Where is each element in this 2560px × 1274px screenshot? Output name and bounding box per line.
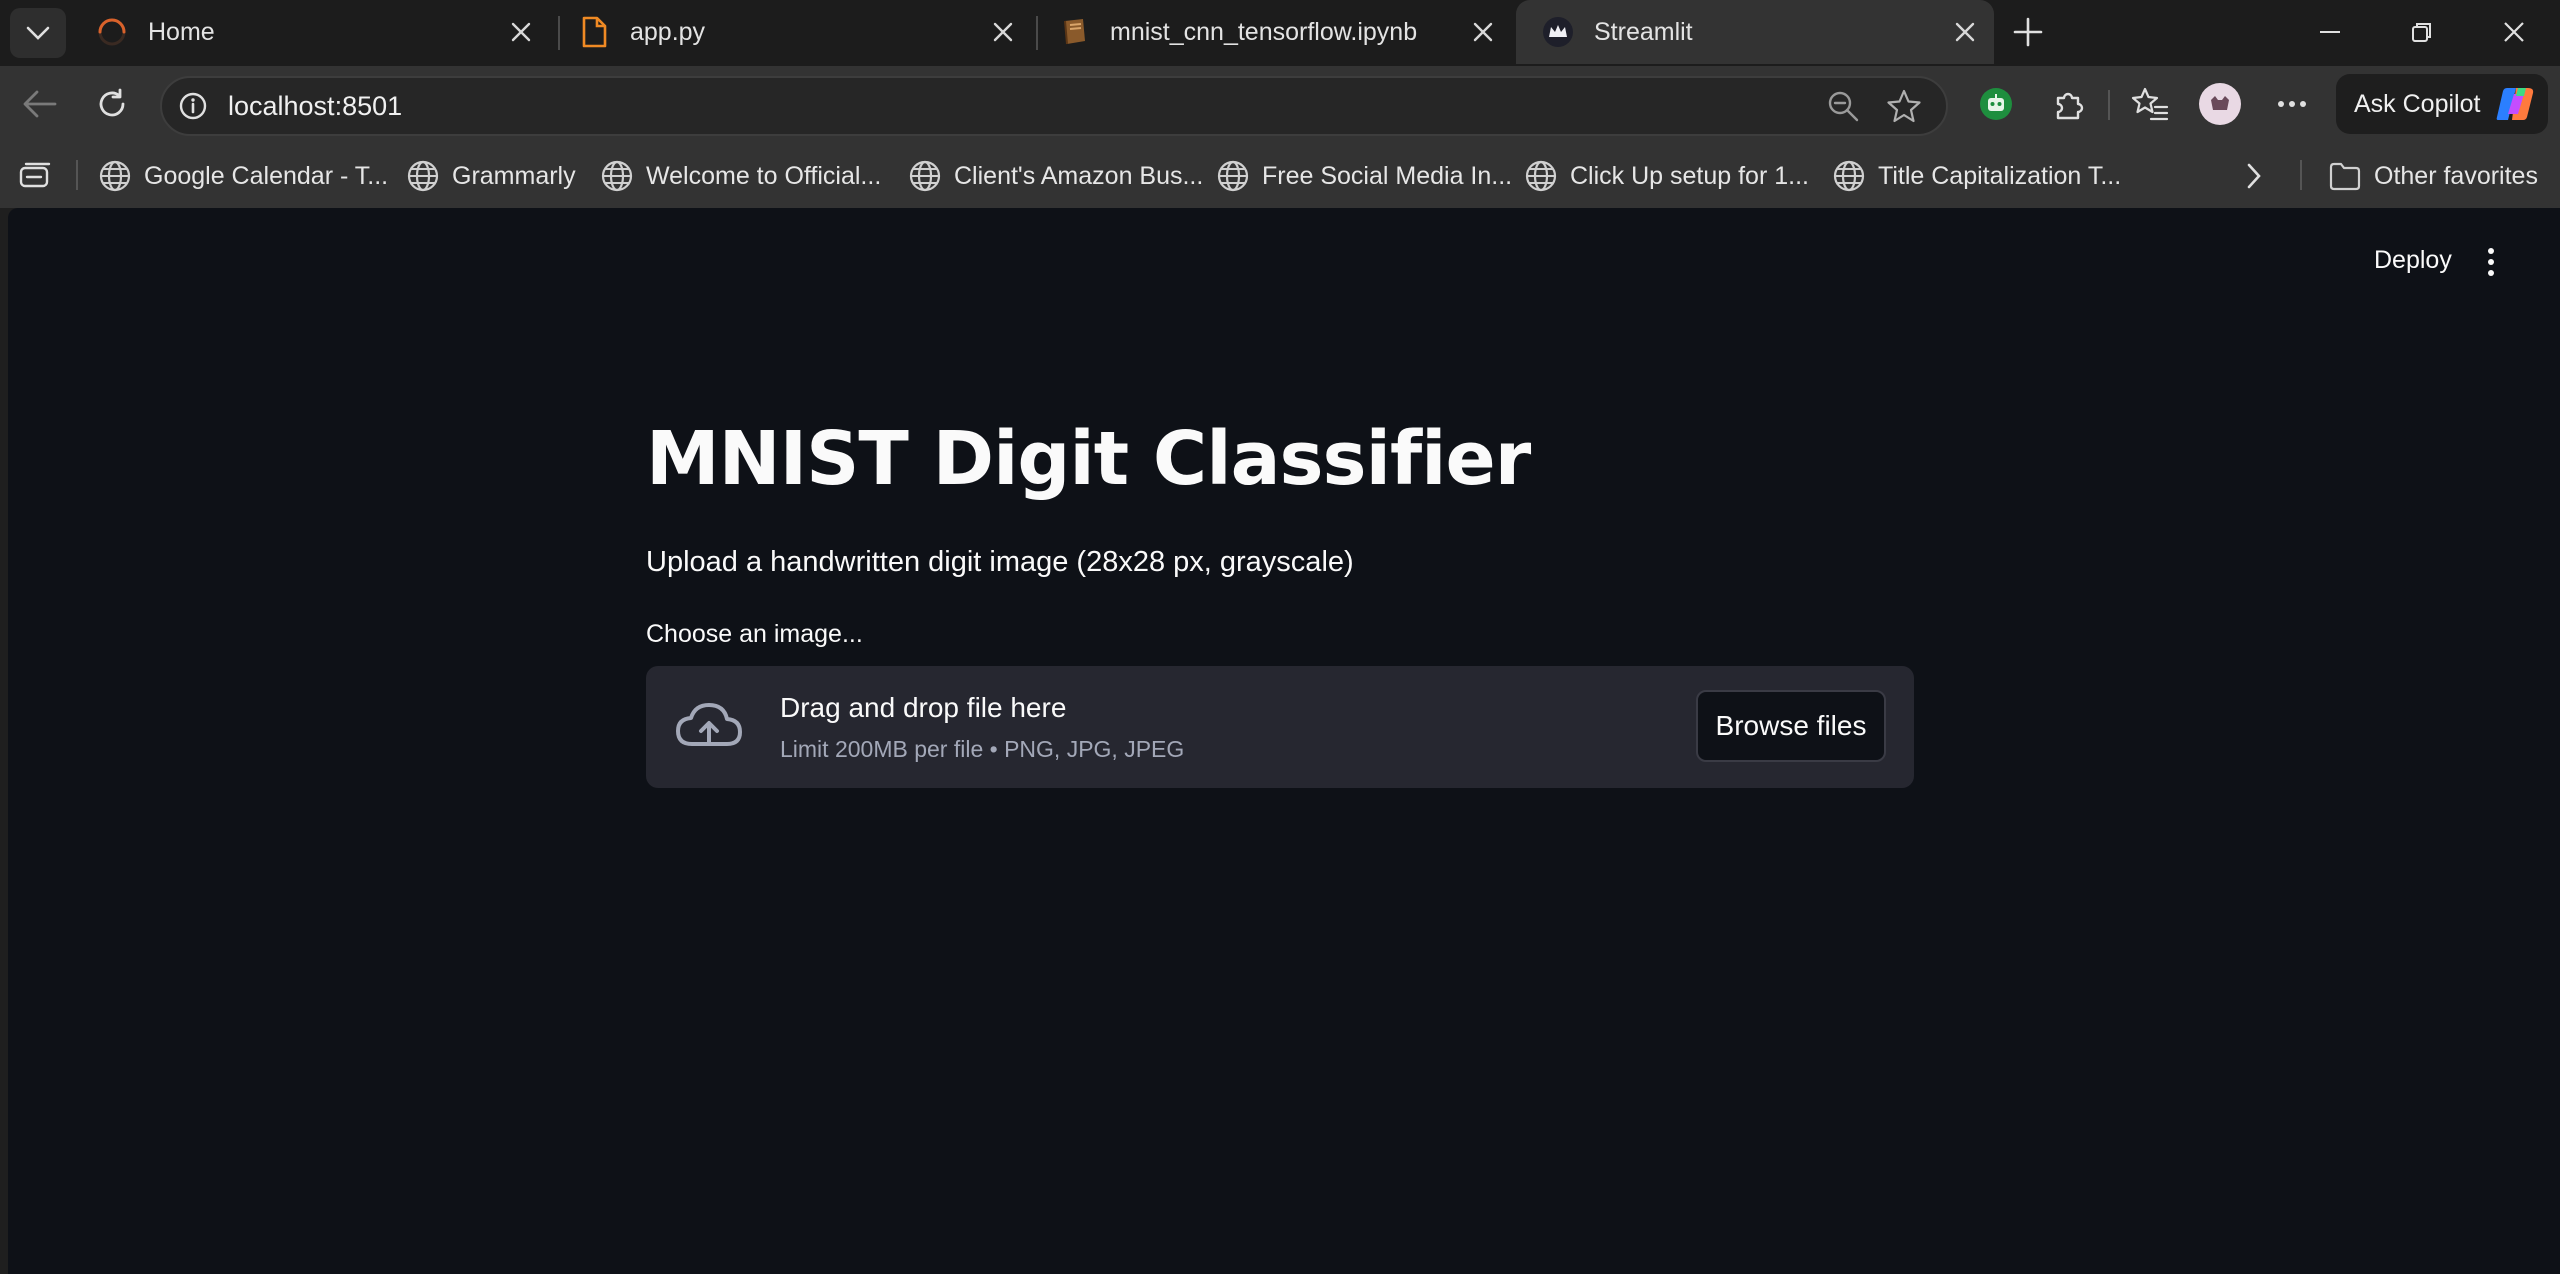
site-info-icon[interactable] (178, 91, 208, 121)
ask-copilot-label: Ask Copilot (2354, 89, 2481, 118)
streamlit-app: Deploy MNIST Digit Classifier Upload a h… (8, 208, 2560, 1274)
deploy-button[interactable]: Deploy (2362, 238, 2464, 283)
favorites-bar: Google Calendar - T... Grammarly Welcome… (0, 142, 2560, 208)
other-favorites-folder[interactable]: Other favorites (2328, 156, 2538, 196)
more-vertical-icon (2488, 248, 2494, 254)
tab-strip: Home app.py mnist_cnn_tensorflow.ipynb S… (0, 0, 2560, 66)
refresh-icon (99, 88, 125, 117)
minimize-icon (2320, 31, 2340, 33)
globe-icon (909, 160, 941, 192)
browser-toolbar: Ask Copilot (0, 66, 2560, 142)
back-arrow-icon (23, 90, 57, 118)
globe-icon (1525, 160, 1557, 192)
collections-icon (19, 162, 51, 188)
favorite-label: Client's Amazon Bus... (954, 161, 1204, 190)
tab-title: app.py (630, 17, 706, 46)
globe-icon (601, 160, 633, 192)
browse-files-button[interactable]: Browse files (1696, 690, 1886, 762)
page-title: MNIST Digit Classifier (646, 416, 1531, 502)
chevron-down-icon (26, 26, 50, 40)
address-input[interactable] (228, 84, 1728, 128)
zoom-out-icon[interactable] (1826, 89, 1860, 123)
close-icon (2504, 22, 2524, 42)
file-uploader-label: Choose an image... (646, 620, 863, 648)
puzzle-icon (2056, 92, 2084, 120)
avatar (2199, 83, 2241, 125)
favorites-separator (2300, 160, 2302, 190)
collections-button[interactable] (18, 162, 52, 195)
favorite-grammarly[interactable]: Grammarly (406, 156, 576, 196)
profile-button[interactable] (2196, 80, 2244, 128)
globe-icon (1217, 160, 1249, 192)
tab-home[interactable]: Home (70, 0, 550, 64)
plus-icon (2013, 17, 2043, 47)
favorites-button[interactable] (2126, 80, 2174, 128)
close-tab-icon[interactable] (1468, 17, 1498, 47)
tab-streamlit[interactable]: Streamlit (1516, 0, 1994, 64)
extensions-button[interactable] (2044, 80, 2092, 128)
favorite-title-capitalization[interactable]: Title Capitalization T... (1832, 156, 2121, 196)
toolbar-separator (2108, 90, 2110, 120)
tab-actions-button[interactable] (10, 8, 66, 58)
more-favorites-button[interactable] (2244, 162, 2264, 195)
favorites-list-icon (2131, 87, 2169, 121)
copilot-icon (2497, 88, 2534, 120)
tab-notebook[interactable]: mnist_cnn_tensorflow.ipynb (1032, 0, 1512, 64)
refresh-button[interactable] (88, 80, 136, 128)
dropzone-limit: Limit 200MB per file • PNG, JPG, JPEG (780, 736, 1185, 762)
loading-ring-icon (96, 16, 128, 48)
new-tab-button[interactable] (2006, 12, 2050, 52)
tab-app-py[interactable]: app.py (552, 0, 1032, 64)
robot-extension-icon (1980, 88, 2012, 120)
cloud-upload-icon (676, 703, 742, 746)
globe-icon (99, 160, 131, 192)
favorite-label: Welcome to Official... (646, 161, 882, 190)
tab-title: Streamlit (1594, 17, 1693, 46)
favorite-label: Google Calendar - T... (144, 161, 389, 190)
back-button[interactable] (16, 80, 64, 128)
other-favorites-label: Other favorites (2374, 161, 2538, 190)
minimize-button[interactable] (2284, 0, 2376, 64)
close-tab-icon[interactable] (988, 17, 1018, 47)
tab-title: mnist_cnn_tensorflow.ipynb (1110, 17, 1418, 46)
favorite-star-icon[interactable] (1886, 89, 1922, 123)
dropzone-instructions: Drag and drop file here (780, 692, 1067, 723)
globe-icon (407, 160, 439, 192)
folder-icon (2329, 162, 2361, 191)
chevron-right-icon (2247, 163, 2261, 189)
notebook-icon (1058, 16, 1090, 48)
close-tab-icon[interactable] (506, 17, 536, 47)
close-tab-icon[interactable] (1950, 17, 1980, 47)
ask-copilot-button[interactable]: Ask Copilot (2336, 74, 2548, 134)
favorites-separator (76, 160, 78, 190)
favorite-label: Click Up setup for 1... (1570, 161, 1809, 190)
favorite-label: Free Social Media In... (1262, 161, 1513, 190)
settings-menu-button[interactable] (2268, 80, 2316, 128)
globe-icon (1833, 160, 1865, 192)
tab-title: Home (148, 17, 215, 46)
streamlit-crown-icon (1542, 16, 1574, 48)
address-bar[interactable] (160, 76, 1948, 136)
restore-button[interactable] (2376, 0, 2468, 64)
file-dropzone[interactable]: Drag and drop file here Limit 200MB per … (646, 666, 1914, 788)
favorite-label: Grammarly (452, 161, 576, 190)
extension-robot-button[interactable] (1972, 80, 2020, 128)
page-subtitle: Upload a handwritten digit image (28x28 … (646, 546, 1354, 578)
file-icon (578, 16, 610, 48)
favorite-social-media[interactable]: Free Social Media In... (1216, 156, 1512, 196)
main-menu-button[interactable] (2476, 244, 2506, 280)
favorite-google-calendar[interactable]: Google Calendar - T... (98, 156, 388, 196)
restore-icon (2412, 23, 2431, 42)
close-window-button[interactable] (2468, 0, 2560, 64)
more-horizontal-icon (2278, 101, 2306, 107)
favorite-amazon-business[interactable]: Client's Amazon Bus... (908, 156, 1203, 196)
favorite-welcome-official[interactable]: Welcome to Official... (600, 156, 881, 196)
favorite-clickup-setup[interactable]: Click Up setup for 1... (1524, 156, 1809, 196)
favorite-label: Title Capitalization T... (1878, 161, 2122, 190)
